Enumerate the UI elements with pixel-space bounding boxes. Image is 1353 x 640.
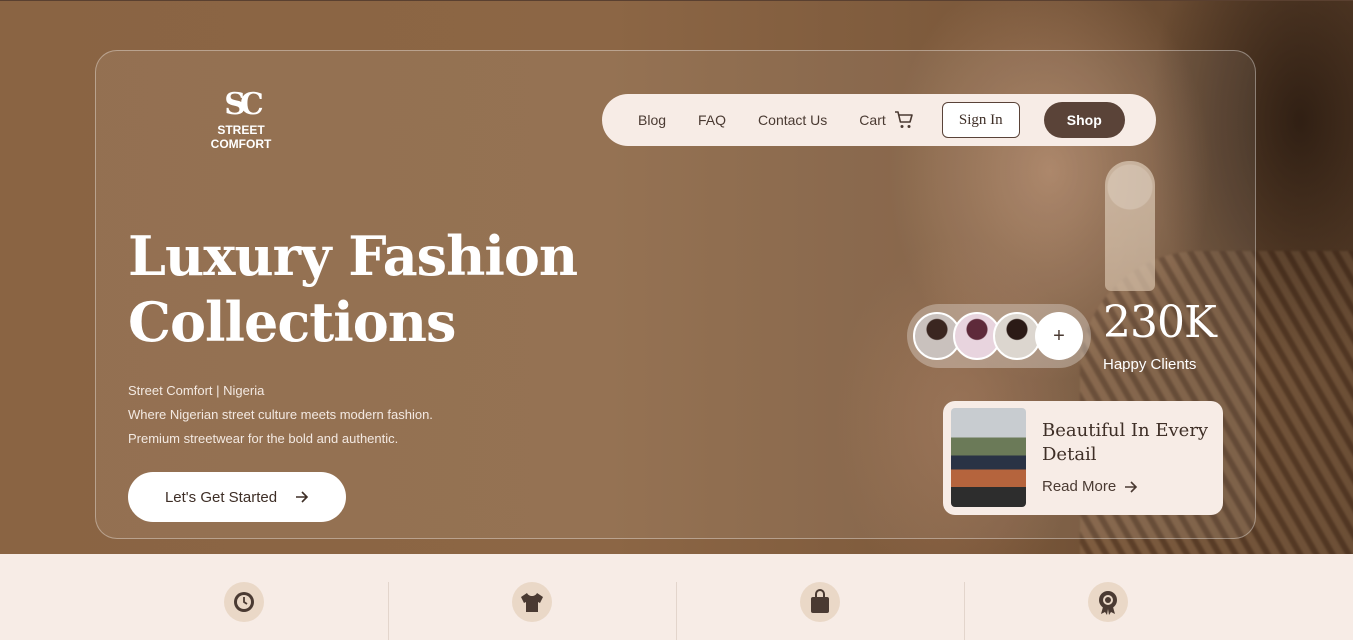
sweater-icon xyxy=(512,582,552,622)
title-line-2: Collections xyxy=(128,290,456,354)
divider xyxy=(388,582,389,640)
read-more-label: Read More xyxy=(1042,478,1117,495)
hero-tagline: Street Comfort | Nigeria Where Nigerian … xyxy=(128,379,433,451)
award-badge-icon xyxy=(1088,582,1128,622)
nav-link-faq[interactable]: FAQ xyxy=(698,112,726,128)
divider xyxy=(676,582,677,640)
happy-clients-label: Happy Clients xyxy=(1103,356,1197,373)
logo-text: STREET COMFORT xyxy=(210,123,272,151)
client-avatars: + xyxy=(907,304,1091,368)
signin-button[interactable]: Sign In xyxy=(941,102,1020,138)
title-line-1: Luxury Fashion xyxy=(128,224,578,288)
avatar xyxy=(993,312,1041,360)
happy-clients-count: 230K xyxy=(1103,297,1217,348)
get-started-button[interactable]: Let's Get Started xyxy=(128,472,346,522)
shop-button[interactable]: Shop xyxy=(1043,102,1125,138)
nav-cart[interactable]: Cart xyxy=(859,111,913,129)
add-more-icon[interactable]: + xyxy=(1035,312,1083,360)
read-more-link[interactable]: Read More xyxy=(1042,478,1138,495)
shopping-bag-icon xyxy=(800,582,840,622)
hero-section: SC STREET COMFORT Blog FAQ Contact Us Ca… xyxy=(0,0,1353,554)
logo-mark: SC xyxy=(224,87,264,122)
arrow-right-icon xyxy=(1125,480,1138,493)
promo-card-title: Beautiful In Every Detail xyxy=(1042,420,1209,465)
beanies-product-image[interactable] xyxy=(951,408,1026,507)
arrow-right-icon xyxy=(296,491,309,503)
nav-link-blog[interactable]: Blog xyxy=(638,112,666,128)
top-nav: Blog FAQ Contact Us Cart Sign In Shop xyxy=(602,94,1156,146)
page-title: Luxury Fashion Collections xyxy=(128,223,648,355)
tagline-line: Premium streetwear for the bold and auth… xyxy=(128,431,399,446)
clock-icon xyxy=(224,582,264,622)
tagline-line: Street Comfort | Nigeria xyxy=(128,383,265,398)
tagline-line: Where Nigerian street culture meets mode… xyxy=(128,407,433,422)
get-started-label: Let's Get Started xyxy=(164,488,278,506)
cart-label: Cart xyxy=(859,112,886,128)
features-strip xyxy=(0,554,1353,640)
nav-link-contact[interactable]: Contact Us xyxy=(758,112,827,128)
cart-icon xyxy=(894,111,913,128)
brand-logo[interactable]: SC STREET COMFORT xyxy=(196,87,286,151)
divider xyxy=(964,582,965,640)
promo-card: Beautiful In Every Detail Read More xyxy=(943,401,1223,515)
